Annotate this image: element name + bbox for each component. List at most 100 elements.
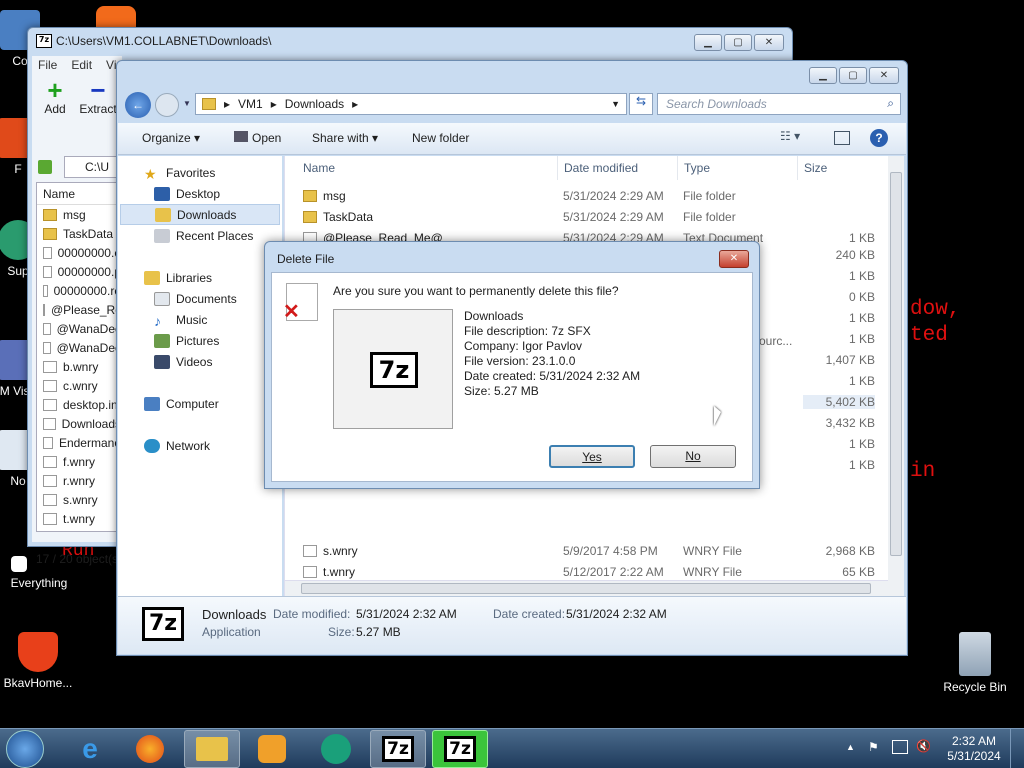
show-desktop-button[interactable] [1010, 728, 1024, 768]
nav-pictures[interactable]: Pictures [154, 330, 219, 351]
tray-overflow-icon[interactable]: ▲ [846, 742, 855, 752]
maximize-button[interactable]: ▢ [724, 34, 752, 51]
preview-pane-icon[interactable] [834, 131, 850, 145]
view-options-icon[interactable]: ☷ ▾ [780, 129, 800, 143]
close-button[interactable]: ✕ [869, 67, 899, 84]
sevenzip-file-row[interactable]: r.wnry [37, 471, 121, 490]
videos-icon [154, 354, 170, 369]
command-bar: Organize ▾ Open Share with ▾ New folder … [118, 123, 906, 155]
sevenzip-file-row[interactable]: 00000000.e [37, 243, 121, 262]
nav-downloads[interactable]: Downloads [120, 204, 280, 225]
network-tray-icon[interactable] [892, 740, 908, 754]
organize-button[interactable]: Organize ▾ [142, 131, 200, 145]
sevenzip-file-row[interactable]: Downloads [37, 414, 121, 433]
refresh-button[interactable]: ⇆ [629, 93, 653, 115]
sevenzip-file-row[interactable]: msg [37, 205, 121, 224]
nav-documents[interactable]: Documents [154, 288, 237, 309]
sevenzip-file-row[interactable]: t.wnry [37, 509, 121, 528]
file-row[interactable]: msg 5/31/2024 2:29 AM File folder [285, 185, 888, 206]
yes-button[interactable]: Yes [549, 445, 635, 468]
sevenzip-file-name: b.wnry [63, 359, 99, 374]
breadcrumb-downloads[interactable]: Downloads [285, 97, 344, 111]
sevenzip-file-row[interactable]: TaskData [37, 224, 121, 243]
delete-file-dialog[interactable]: Delete File ✕ ✕ Are you sure you want to… [264, 241, 760, 489]
help-icon[interactable]: ? [870, 129, 888, 147]
maximize-button[interactable]: ▢ [839, 67, 867, 84]
column-type[interactable]: Type [677, 156, 797, 180]
file-row[interactable]: TaskData 5/31/2024 2:29 AM File folder [285, 206, 888, 227]
sevenzip-file-row[interactable]: desktop.ini [37, 395, 121, 414]
sevenzip-column-name[interactable]: Name [37, 183, 121, 205]
nav-favorites[interactable]: ★ Favorites [144, 162, 215, 183]
desktop-icon-label: BkavHome... [3, 676, 73, 690]
no-button[interactable]: No [650, 445, 736, 468]
breadcrumb-vm1[interactable]: VM1 [238, 97, 263, 111]
nav-music[interactable]: ♪ Music [154, 309, 207, 330]
scrollbar-thumb[interactable] [301, 583, 871, 594]
start-button[interactable] [6, 730, 44, 768]
nav-recent-places[interactable]: Recent Places [154, 225, 253, 246]
sevenzip-titlebar[interactable]: 7z C:\Users\VM1.COLLABNET\Downloads\ [28, 28, 792, 54]
volume-icon[interactable]: 🔇 [916, 739, 931, 753]
share-with-button[interactable]: Share with ▾ [312, 131, 378, 145]
avast-icon[interactable] [96, 6, 136, 28]
extract-button[interactable]: − Extract [78, 77, 118, 116]
taskbar-firefox[interactable] [122, 730, 178, 768]
nav-desktop[interactable]: Desktop [154, 183, 220, 204]
column-date-modified[interactable]: Date modified [557, 156, 677, 180]
sevenzip-file-row[interactable]: s.wnry [37, 490, 121, 509]
address-dropdown-icon[interactable]: ▼ [611, 99, 620, 109]
vertical-scrollbar[interactable] [888, 156, 904, 596]
sevenzip-file-list: msg TaskData 00000000.e 00000000.p 00000000.… [37, 205, 121, 528]
taskbar-explorer[interactable] [184, 730, 240, 768]
forward-button[interactable] [155, 93, 179, 117]
nav-libraries[interactable]: Libraries [144, 267, 212, 288]
column-size[interactable]: Size [797, 156, 877, 180]
sevenzip-file-row[interactable]: 00000000.re [37, 281, 121, 300]
menu-edit[interactable]: Edit [71, 58, 92, 72]
open-button[interactable]: Open [234, 131, 281, 145]
file-size: 1 KB [848, 437, 875, 451]
file-name: t.wnry [323, 564, 356, 579]
action-center-icon[interactable]: ⚑ [868, 740, 879, 754]
file-row[interactable]: t.wnry 5/12/2017 2:22 AM WNRY File 65 KB [285, 561, 888, 582]
sevenzip-file-row[interactable]: @WanaDec [37, 338, 121, 357]
menu-file[interactable]: File [38, 58, 57, 72]
minimize-button[interactable]: ▁ [694, 34, 722, 51]
sevenzip-file-row[interactable]: c.wnry [37, 376, 121, 395]
sevenzip-file-row[interactable]: 00000000.p [37, 262, 121, 281]
taskbar-ie[interactable]: e [62, 730, 118, 768]
file-icon [43, 493, 57, 506]
taskbar-7zip-2[interactable]: 7z [432, 730, 488, 768]
add-button[interactable]: + Add [40, 77, 70, 116]
nav-network[interactable]: Network [144, 435, 210, 456]
new-folder-button[interactable]: New folder [412, 131, 469, 145]
file-row[interactable]: s.wnry 5/9/2017 4:58 PM WNRY File 2,968 KB [285, 540, 888, 561]
back-button[interactable]: ← [125, 92, 151, 118]
horizontal-scrollbar[interactable] [285, 580, 889, 596]
sevenzip-file-row[interactable]: Endermano [37, 433, 121, 452]
sevenzip-file-row[interactable]: @Please_Re [37, 300, 121, 319]
clock[interactable]: 2:32 AM 5/31/2024 [946, 734, 1002, 764]
search-box[interactable]: Search Downloads ⌕ [657, 93, 901, 115]
sevenzip-file-row[interactable]: f.wnry [37, 452, 121, 471]
nav-computer[interactable]: Computer [144, 393, 219, 414]
desktop-icon-recycle-bin[interactable]: Recycle Bin [935, 632, 1015, 694]
taskbar-7zip-1[interactable]: 7z [370, 730, 426, 768]
close-button[interactable]: ✕ [754, 34, 784, 51]
sevenzip-file-row[interactable]: b.wnry [37, 357, 121, 376]
sevenzip-address[interactable]: C:\U [64, 156, 124, 178]
minimize-button[interactable]: ▁ [809, 67, 837, 84]
sevenzip-file-row[interactable]: @WanaDec [37, 319, 121, 338]
taskbar-app[interactable] [308, 730, 364, 768]
menu-view[interactable]: Vi [106, 58, 116, 72]
column-name[interactable]: Name [297, 156, 557, 180]
dialog-close-button[interactable]: ✕ [719, 250, 749, 268]
address-bar[interactable]: ▸ VM1 ▸ Downloads ▸ ▼ [195, 93, 627, 115]
recent-dropdown-icon[interactable]: ▼ [183, 99, 191, 108]
sevenzip-up-icon[interactable] [38, 160, 52, 174]
desktop-icon-bkav[interactable]: BkavHome... [0, 632, 78, 690]
nav-videos[interactable]: Videos [154, 351, 212, 372]
taskbar-media-player[interactable] [244, 730, 300, 768]
scrollbar-thumb[interactable] [890, 172, 902, 556]
